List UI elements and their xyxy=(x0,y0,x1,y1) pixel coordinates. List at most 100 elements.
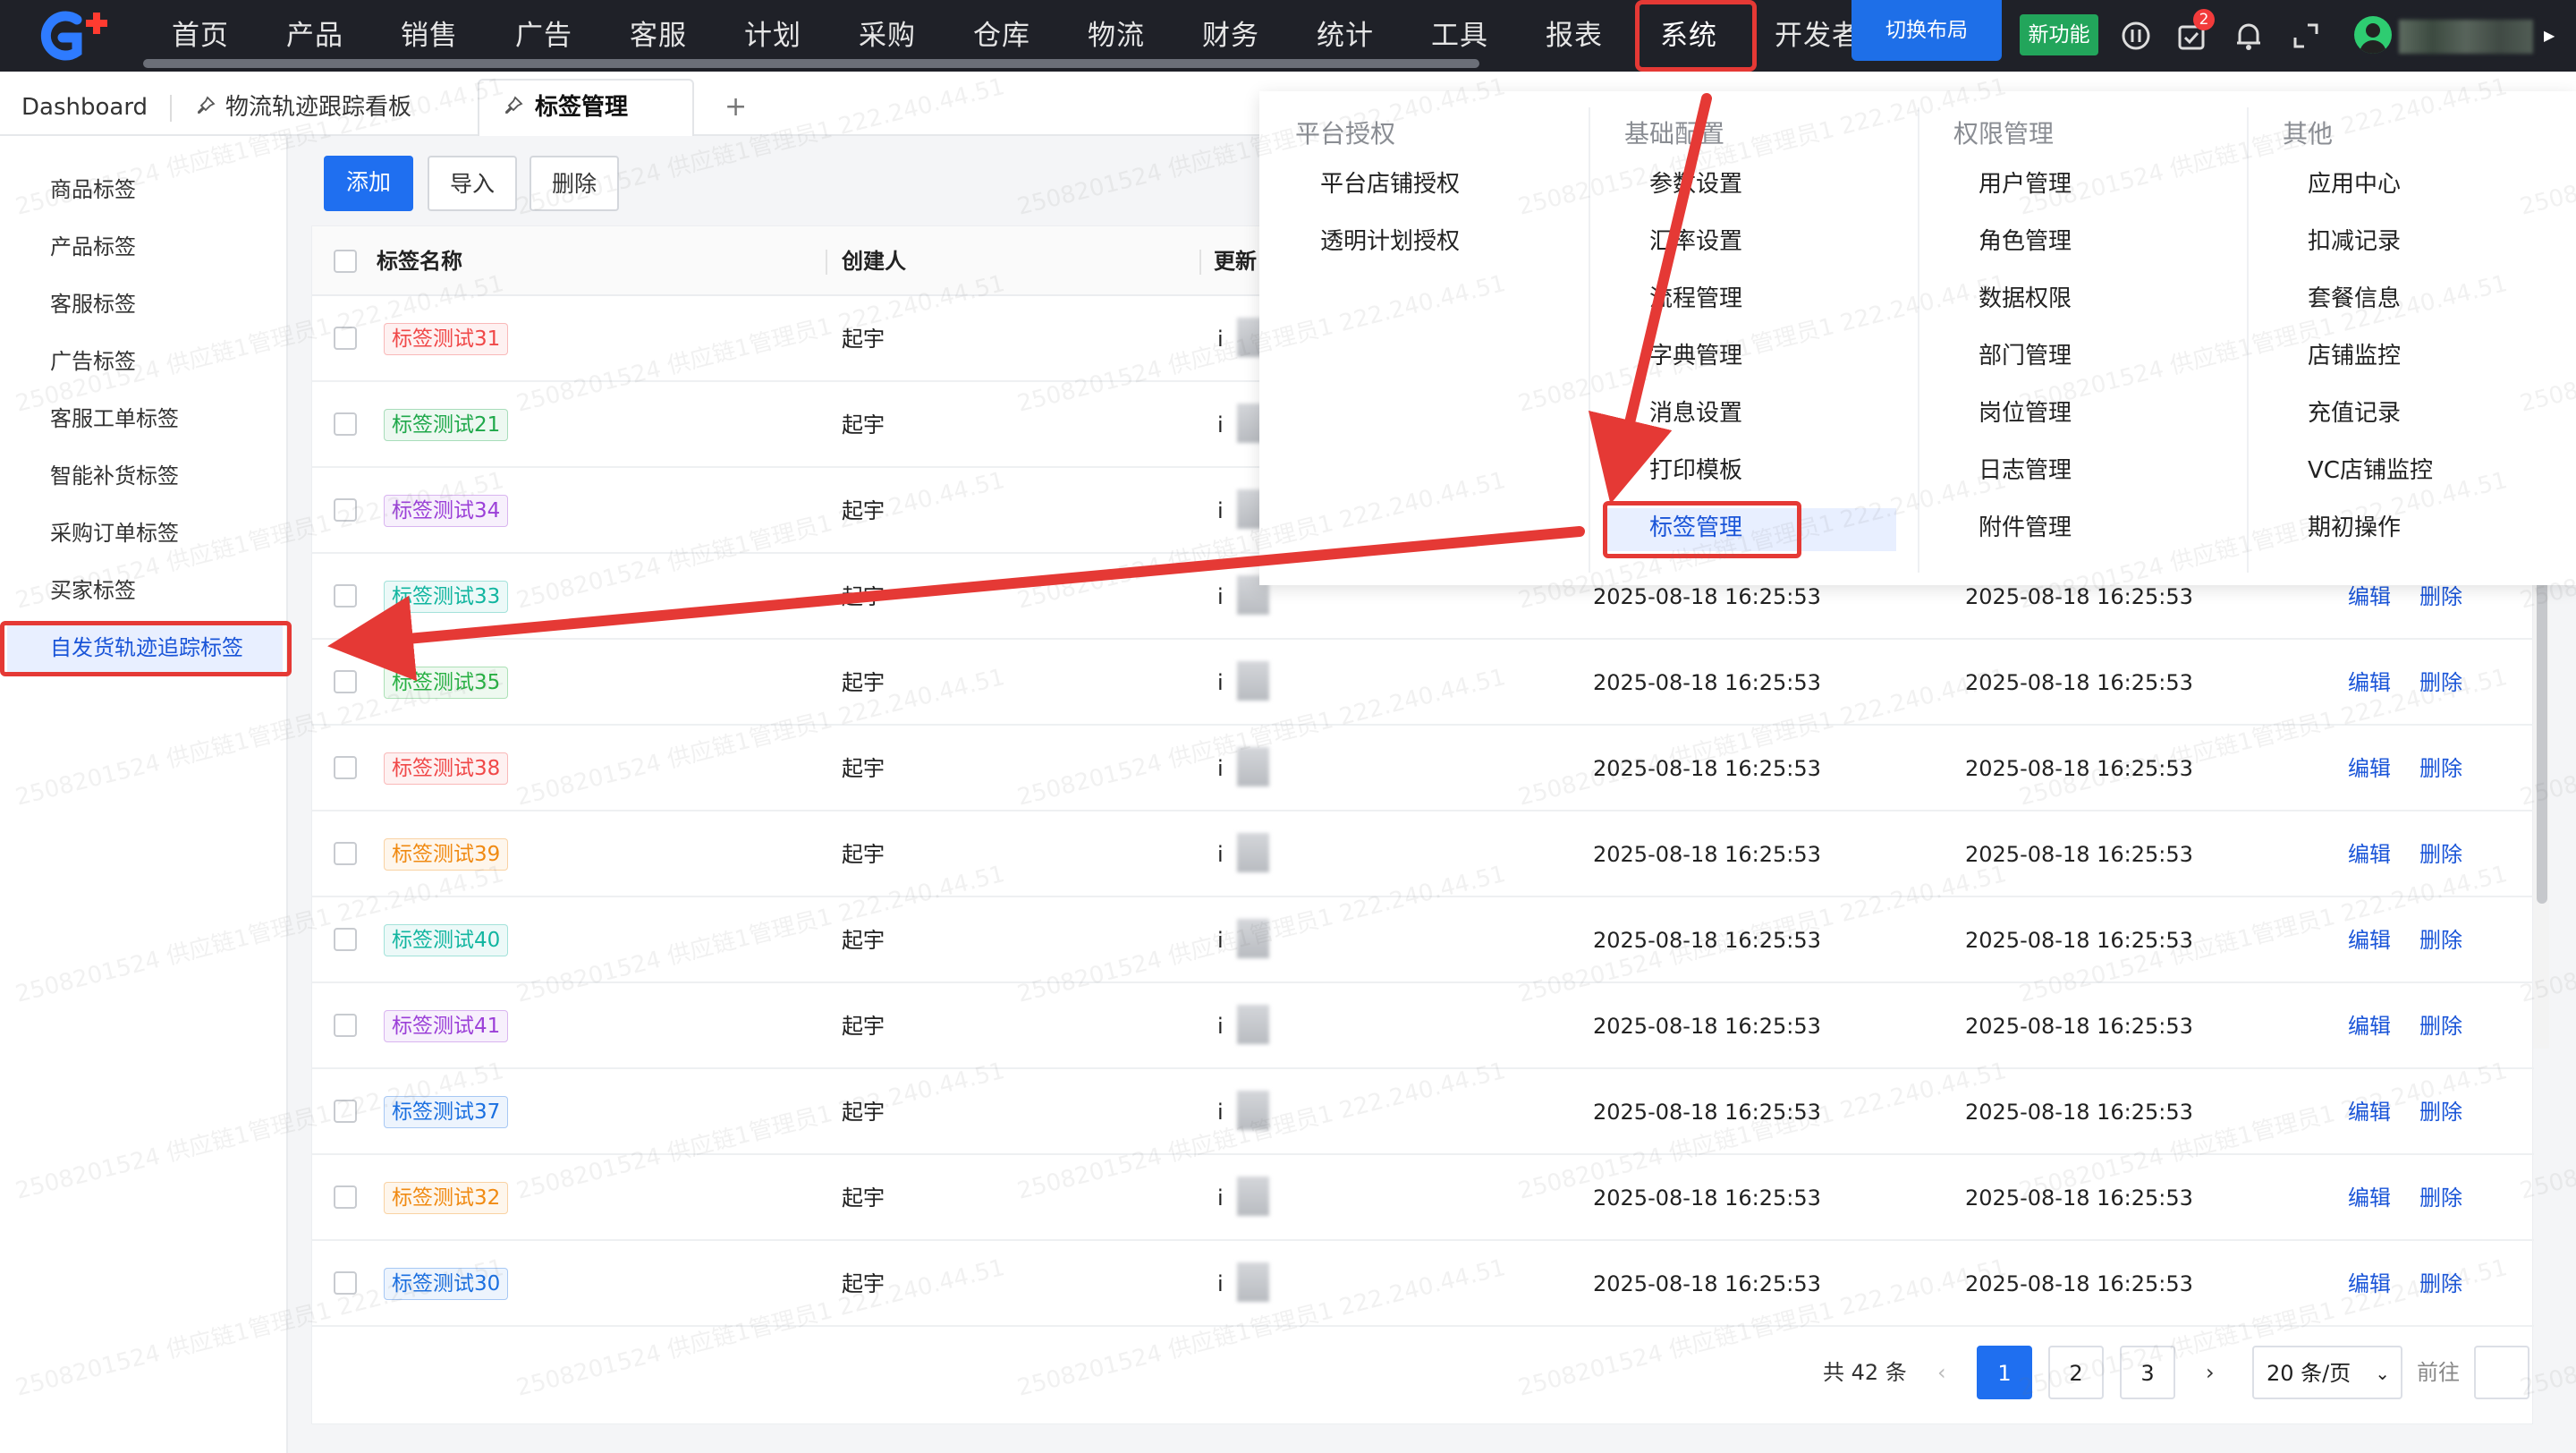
delete-link[interactable]: 删除 xyxy=(2419,1155,2462,1241)
menu-item-app-center[interactable]: 应用中心 xyxy=(2308,165,2401,204)
add-tab-button[interactable]: + xyxy=(724,72,747,134)
menu-item-attachments[interactable]: 附件管理 xyxy=(1979,508,2072,548)
page-3-button[interactable]: 3 xyxy=(2120,1346,2175,1399)
table-row: 标签测试39 起宇 i 2025-08-18 16:25:53 2025-08-18 1… xyxy=(312,811,2534,897)
edit-link[interactable]: 编辑 xyxy=(2348,640,2391,726)
clipped-cell: i xyxy=(1217,1185,1224,1211)
menu-item-message-settings[interactable]: 消息设置 xyxy=(1649,394,1742,433)
delete-link[interactable]: 删除 xyxy=(2419,726,2462,811)
row-checkbox[interactable] xyxy=(334,1185,357,1209)
edit-link[interactable]: 编辑 xyxy=(2348,726,2391,811)
tab-logistics-dashboard[interactable]: 物流轨迹跟踪看板 xyxy=(225,72,411,134)
menu-item-vc-shop-monitor[interactable]: VC店铺监控 xyxy=(2308,451,2433,490)
row-checkbox[interactable] xyxy=(334,498,357,522)
col-tag-name[interactable]: 标签名称 xyxy=(377,226,462,296)
avatar-icon[interactable] xyxy=(2354,16,2392,54)
bell-icon[interactable] xyxy=(2231,18,2267,54)
menu-item-parameters[interactable]: 参数设置 xyxy=(1649,165,1742,204)
redacted-cell xyxy=(1237,1177,1269,1216)
sidebar-item-buyer-tags[interactable]: 买家标签 xyxy=(50,573,136,608)
nav-developer[interactable]: 开发者 xyxy=(1775,0,1852,72)
menu-item-print-template[interactable]: 打印模板 xyxy=(1649,451,1742,490)
page-1-button[interactable]: 1 xyxy=(1977,1346,2032,1399)
nav-system[interactable]: 系统 xyxy=(1660,0,1717,72)
menu-item-initial-operations[interactable]: 期初操作 xyxy=(2308,508,2401,548)
menu-item-recharge-records[interactable]: 充值记录 xyxy=(2308,394,2401,433)
info-icon[interactable] xyxy=(2118,18,2154,54)
delete-link[interactable]: 删除 xyxy=(2419,1241,2462,1327)
add-button[interactable]: 添加 xyxy=(324,156,413,211)
sidebar-item-replenish-tags[interactable]: 智能补货标签 xyxy=(50,458,179,494)
delete-link[interactable]: 删除 xyxy=(2419,1069,2462,1155)
row-checkbox[interactable] xyxy=(334,1271,357,1295)
col-updated[interactable]: 更新 xyxy=(1214,226,1264,296)
menu-item-logs[interactable]: 日志管理 xyxy=(1979,451,2072,490)
menu-column-divider xyxy=(1918,107,1919,573)
menu-item-data-permissions[interactable]: 数据权限 xyxy=(1979,279,2072,319)
row-checkbox[interactable] xyxy=(334,584,357,608)
row-checkbox[interactable] xyxy=(334,842,357,865)
menu-item-dictionary[interactable]: 字典管理 xyxy=(1649,336,1742,376)
menu-item-shop-monitor[interactable]: 店铺监控 xyxy=(2308,336,2401,376)
edit-link[interactable]: 编辑 xyxy=(2348,811,2391,897)
delete-link[interactable]: 删除 xyxy=(2419,897,2462,983)
sidebar-item-goods-tags[interactable]: 商品标签 xyxy=(50,172,136,208)
nav-scrollbar[interactable] xyxy=(143,59,1479,68)
next-page-button[interactable]: › xyxy=(2206,1346,2215,1399)
caret-right-icon[interactable]: ▶ xyxy=(2544,27,2555,44)
nav-reports[interactable]: 报表 xyxy=(1546,0,1603,72)
username-redacted[interactable] xyxy=(2399,20,2533,54)
prev-page-button[interactable]: ‹ xyxy=(1937,1346,1946,1399)
edit-link[interactable]: 编辑 xyxy=(2348,1155,2391,1241)
delete-button[interactable]: 删除 xyxy=(530,156,619,211)
goto-page-input[interactable] xyxy=(2474,1346,2529,1399)
menu-item-workflow[interactable]: 流程管理 xyxy=(1649,279,1742,319)
pin-icon[interactable] xyxy=(503,72,530,134)
switch-layout-button[interactable]: 切换布局 xyxy=(1852,0,2002,61)
edit-link[interactable]: 编辑 xyxy=(2348,1069,2391,1155)
tag-label: 标签测试40 xyxy=(384,924,509,956)
col-creator[interactable]: 创建人 xyxy=(842,226,906,296)
row-checkbox[interactable] xyxy=(334,327,357,350)
menu-item-platform-shop-auth[interactable]: 平台店铺授权 xyxy=(1320,165,1460,204)
menu-item-exchange-rate[interactable]: 汇率设置 xyxy=(1649,222,1742,261)
row-checkbox[interactable] xyxy=(334,1014,357,1037)
tab-dashboard[interactable]: Dashboard xyxy=(21,72,148,134)
sidebar-item-ad-tags[interactable]: 广告标签 xyxy=(50,344,136,379)
menu-item-plan-info[interactable]: 套餐信息 xyxy=(2308,279,2401,319)
menu-item-deduction-records[interactable]: 扣减记录 xyxy=(2308,222,2401,261)
delete-link[interactable]: 删除 xyxy=(2419,983,2462,1069)
menu-item-positions[interactable]: 岗位管理 xyxy=(1979,394,2072,433)
delete-link[interactable]: 删除 xyxy=(2419,811,2462,897)
menu-item-users[interactable]: 用户管理 xyxy=(1979,165,2072,204)
page-2-button[interactable]: 2 xyxy=(2048,1346,2104,1399)
fullscreen-icon[interactable] xyxy=(2288,18,2324,54)
menu-title-permissions: 权限管理 xyxy=(1953,119,2055,149)
delete-link[interactable]: 删除 xyxy=(2419,640,2462,726)
tab-tag-management-label[interactable]: 标签管理 xyxy=(535,72,628,134)
creator-cell: 起宇 xyxy=(842,412,885,438)
new-feature-button[interactable]: 新功能 xyxy=(2020,14,2098,55)
import-button[interactable]: 导入 xyxy=(428,156,517,211)
page-size-select[interactable]: 20 条/页 ⌄ xyxy=(2252,1346,2402,1399)
select-all-checkbox[interactable] xyxy=(334,250,357,273)
menu-item-roles[interactable]: 角色管理 xyxy=(1979,222,2072,261)
row-checkbox[interactable] xyxy=(334,1100,357,1123)
row-checkbox[interactable] xyxy=(334,670,357,693)
sidebar-item-service-tags[interactable]: 客服标签 xyxy=(50,286,136,322)
row-checkbox[interactable] xyxy=(334,928,357,951)
sidebar-item-product-tags[interactable]: 产品标签 xyxy=(50,229,136,265)
menu-item-transparency-auth[interactable]: 透明计划授权 xyxy=(1320,222,1460,261)
updated-time-cell: 2025-08-18 16:25:53 xyxy=(1965,670,2193,695)
row-checkbox[interactable] xyxy=(334,412,357,436)
logo-icon[interactable] xyxy=(32,7,113,64)
pin-icon[interactable] xyxy=(195,72,222,134)
column-divider xyxy=(1199,250,1201,275)
sidebar-item-po-tags[interactable]: 采购订单标签 xyxy=(50,515,179,551)
edit-link[interactable]: 编辑 xyxy=(2348,983,2391,1069)
edit-link[interactable]: 编辑 xyxy=(2348,1241,2391,1327)
menu-item-departments[interactable]: 部门管理 xyxy=(1979,336,2072,376)
sidebar-item-ticket-tags[interactable]: 客服工单标签 xyxy=(50,401,179,437)
edit-link[interactable]: 编辑 xyxy=(2348,897,2391,983)
row-checkbox[interactable] xyxy=(334,756,357,779)
